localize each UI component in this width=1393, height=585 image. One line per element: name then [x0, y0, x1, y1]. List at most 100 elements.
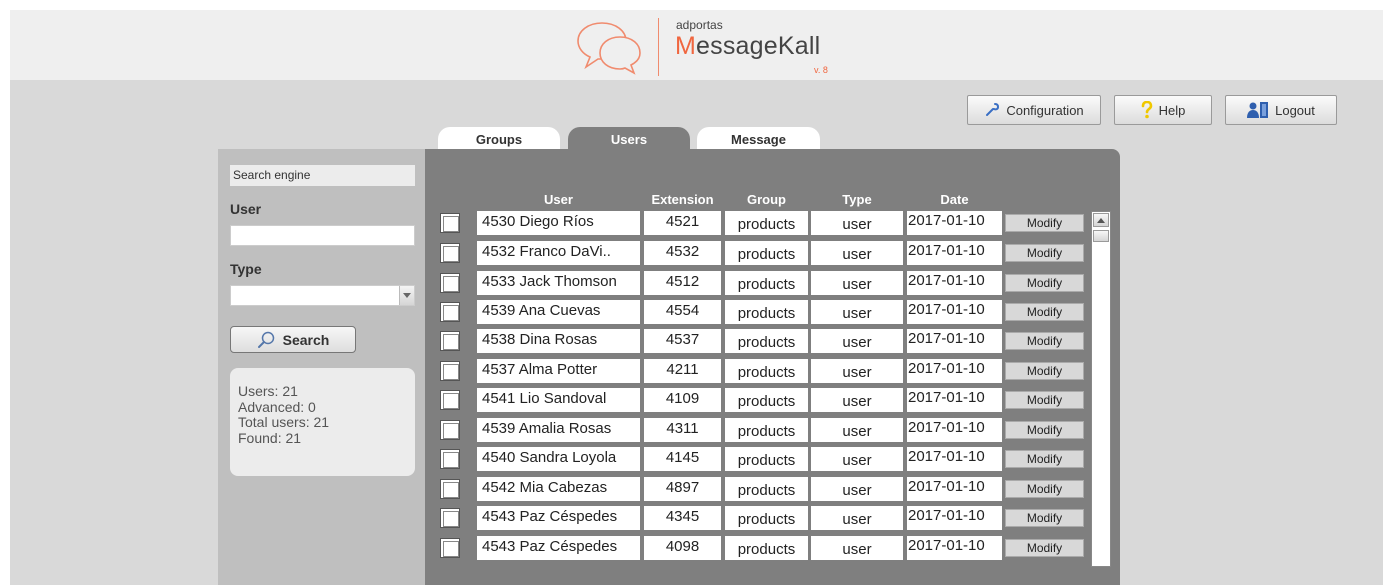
type-select[interactable] [230, 285, 415, 306]
user-cell: 4543 Paz Céspedes [477, 506, 640, 530]
user-cell: 4533 Jack Thomson [477, 271, 640, 295]
user-cell: 4530 Diego Ríos [477, 211, 640, 235]
modify-button[interactable]: Modify [1005, 450, 1084, 468]
column-header-group: Group [747, 192, 786, 207]
type-cell: user [811, 241, 903, 265]
type-cell: user [811, 418, 903, 442]
modify-button[interactable]: Modify [1005, 509, 1084, 527]
group-cell: products [725, 271, 808, 295]
stat-users: Users: 21 [238, 383, 298, 399]
app-body: Configuration Help Logout Groups Users M… [10, 80, 1383, 585]
group-cell: products [725, 211, 808, 235]
table-row: 4541 Lio Sandoval 4109 products user 201… [425, 388, 1085, 412]
modify-button[interactable]: Modify [1005, 274, 1084, 292]
stats-box: Users: 21 Advanced: 0 Total users: 21 Fo… [230, 368, 415, 476]
row-checkbox[interactable] [440, 361, 460, 381]
row-checkbox[interactable] [440, 273, 460, 293]
table-scrollbar[interactable] [1091, 211, 1111, 567]
modify-button[interactable]: Modify [1005, 244, 1084, 262]
type-cell: user [811, 388, 903, 412]
brand-initial: M [675, 32, 697, 60]
configuration-button[interactable]: Configuration [967, 95, 1101, 125]
user-cell: 4543 Paz Céspedes [477, 536, 640, 560]
table-row: 4543 Paz Céspedes 4345 products user 201… [425, 506, 1085, 530]
table-row: 4542 Mia Cabezas 4897 products user 2017… [425, 477, 1085, 501]
brand-company: adportas [676, 18, 723, 32]
row-checkbox[interactable] [440, 243, 460, 263]
group-cell: products [725, 300, 808, 324]
chevron-down-icon[interactable] [399, 286, 414, 305]
modify-button[interactable]: Modify [1005, 332, 1084, 350]
scrollbar-thumb[interactable] [1093, 230, 1109, 242]
extension-cell: 4311 [644, 418, 721, 442]
date-cell: 2017-01-10 [907, 477, 1002, 501]
user-cell: 4532 Franco DaVi.. [477, 241, 640, 265]
modify-button[interactable]: Modify [1005, 480, 1084, 498]
extension-cell: 4537 [644, 329, 721, 353]
modify-button[interactable]: Modify [1005, 391, 1084, 409]
date-cell: 2017-01-10 [907, 388, 1002, 412]
type-cell: user [811, 447, 903, 471]
stat-found: Found: 21 [238, 429, 302, 446]
table-row: 4530 Diego Ríos 4521 products user 2017-… [425, 211, 1085, 235]
row-checkbox[interactable] [440, 479, 460, 499]
logout-label: Logout [1275, 102, 1315, 118]
search-button-label: Search [282, 331, 330, 348]
table-row: 4532 Franco DaVi.. 4532 products user 20… [425, 241, 1085, 265]
row-checkbox[interactable] [440, 538, 460, 558]
table-row: 4539 Ana Cuevas 4554 products user 2017-… [425, 300, 1085, 324]
stat-total-users: Total users: 21 [238, 414, 330, 430]
group-cell: products [725, 329, 808, 353]
tab-message[interactable]: Message [697, 127, 820, 151]
group-cell: products [725, 447, 808, 471]
user-cell: 4540 Sandra Loyola [477, 447, 640, 471]
tab-groups[interactable]: Groups [438, 127, 560, 151]
search-button[interactable]: Search [230, 326, 356, 353]
brand-version: v. 8 [814, 65, 828, 75]
logo-divider [658, 18, 659, 76]
type-cell: user [811, 329, 903, 353]
modify-button[interactable]: Modify [1005, 539, 1084, 557]
brand-name: MessageKall [675, 32, 820, 61]
tab-users[interactable]: Users [568, 127, 690, 151]
row-checkbox[interactable] [440, 390, 460, 410]
row-checkbox[interactable] [440, 420, 460, 440]
type-cell: user [811, 477, 903, 501]
group-cell: products [725, 359, 808, 383]
user-search-input[interactable] [230, 225, 415, 246]
modify-button[interactable]: Modify [1005, 362, 1084, 380]
extension-cell: 4532 [644, 241, 721, 265]
row-checkbox[interactable] [440, 302, 460, 322]
table-row: 4538 Dina Rosas 4537 products user 2017-… [425, 329, 1085, 353]
column-header-extension: Extension [651, 192, 714, 207]
wrench-icon [986, 103, 1000, 116]
type-cell: user [811, 300, 903, 324]
help-button[interactable]: Help [1114, 95, 1212, 125]
configuration-label: Configuration [1006, 102, 1084, 118]
extension-cell: 4145 [644, 447, 721, 471]
users-panel: User Extension Group Type Date 4530 Dieg… [425, 149, 1120, 585]
row-checkbox[interactable] [440, 213, 460, 233]
modify-button[interactable]: Modify [1005, 303, 1084, 321]
group-cell: products [725, 388, 808, 412]
group-cell: products [725, 241, 808, 265]
row-checkbox[interactable] [440, 508, 460, 528]
modify-button[interactable]: Modify [1005, 214, 1084, 232]
group-cell: products [725, 536, 808, 560]
group-cell: products [725, 506, 808, 530]
date-cell: 2017-01-10 [907, 536, 1002, 560]
chat-bubbles-icon [577, 22, 641, 75]
type-field-label: Type [230, 261, 262, 277]
user-field-label: User [230, 201, 262, 217]
group-cell: products [725, 418, 808, 442]
date-cell: 2017-01-10 [907, 447, 1002, 471]
modify-button[interactable]: Modify [1005, 421, 1084, 439]
extension-cell: 4554 [644, 300, 721, 324]
logout-user-icon [1247, 102, 1269, 118]
row-checkbox[interactable] [440, 449, 460, 469]
row-checkbox[interactable] [440, 331, 460, 351]
arrow-up-icon[interactable] [1093, 213, 1109, 227]
logout-button[interactable]: Logout [1225, 95, 1337, 125]
table-row: 4537 Alma Potter 4211 products user 2017… [425, 359, 1085, 383]
table-row: 4543 Paz Céspedes 4098 products user 201… [425, 536, 1085, 560]
